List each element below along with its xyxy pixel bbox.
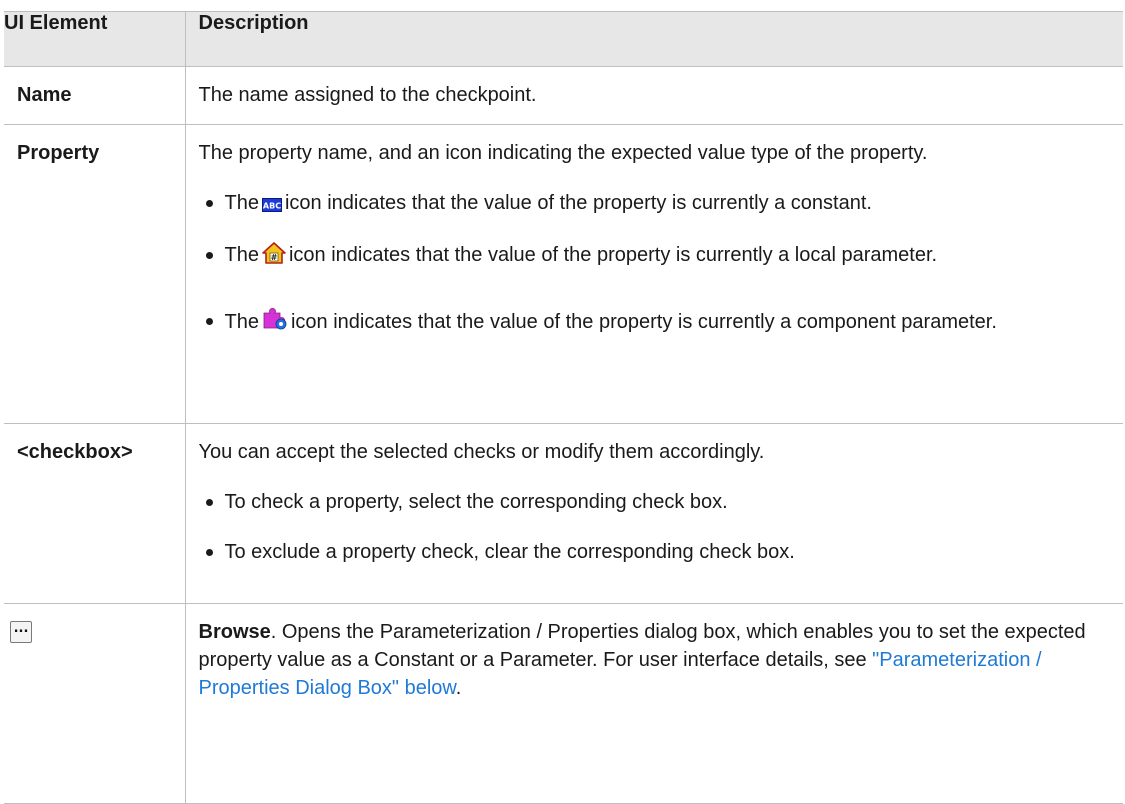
header-ui-element: UI Element xyxy=(4,11,186,67)
component-parameter-puzzle-icon xyxy=(262,307,288,339)
cell-property-element: Property xyxy=(4,124,186,424)
cell-browse-description: Browse. Opens the Parameterization / Pro… xyxy=(184,603,1123,804)
cell-checkbox-element: <checkbox> xyxy=(4,423,186,604)
browse-ellipsis-icon: ... xyxy=(10,621,32,643)
checkbox-description-text: You can accept the selected checks or mo… xyxy=(198,441,765,463)
property-icon-list: The ABC icon indicates that the value of t… xyxy=(199,189,1104,339)
bullet-pre-text: The xyxy=(224,192,259,214)
name-description-text: The name assigned to the checkpoint. xyxy=(198,84,537,106)
cell-name-element: Name xyxy=(4,66,186,125)
bullet-post-text: icon indicates that the value of the pro… xyxy=(288,244,938,266)
bullet-pre-text: The xyxy=(224,311,259,333)
bullet-pre-text: The xyxy=(224,244,259,266)
cell-browse-element: ... xyxy=(4,603,186,804)
table-row-property: Property The property name, and an icon … xyxy=(4,124,1123,424)
table-row-browse: ... Browse. Opens the Parameterization /… xyxy=(4,603,1123,804)
list-item-exclude-property: To exclude a property check, clear the c… xyxy=(199,538,1104,566)
svg-text:ABC: ABC xyxy=(263,202,281,211)
header-description: Description xyxy=(184,11,1123,67)
local-parameter-house-icon: # xyxy=(262,242,286,272)
list-item-check-property: To check a property, select the correspo… xyxy=(199,488,1104,516)
svg-text:#: # xyxy=(271,253,278,262)
browse-description-end: . xyxy=(455,677,462,699)
list-item-constant: The ABC icon indicates that the value of t… xyxy=(199,189,1104,220)
cell-name-description: The name assigned to the checkpoint. xyxy=(184,66,1123,125)
list-item-local-parameter: The # icon indicates that the value of the… xyxy=(199,241,1104,272)
list-item-component-parameter: The icon indicates that the value of the … xyxy=(199,307,1104,339)
cell-property-description: The property name, and an icon indicatin… xyxy=(184,124,1123,424)
table-row-checkbox: <checkbox> You can accept the selected c… xyxy=(4,423,1123,604)
bullet-post-text: icon indicates that the value of the pro… xyxy=(290,311,997,333)
table-header-row: UI Element Description xyxy=(4,11,1123,67)
bullet-post-text: icon indicates that the value of the pro… xyxy=(284,192,872,214)
cell-checkbox-description: You can accept the selected checks or mo… xyxy=(184,423,1123,604)
table-row-name: Name The name assigned to the checkpoint… xyxy=(4,66,1123,125)
browse-description: Browse. Opens the Parameterization / Pro… xyxy=(199,618,1104,702)
browse-bold-label: Browse xyxy=(198,621,271,643)
checkbox-bullet-list: To check a property, select the correspo… xyxy=(199,488,1104,566)
ui-element-table: UI Element Description Name The name ass… xyxy=(4,11,1123,804)
abc-constant-icon: ABC xyxy=(261,192,282,220)
property-description-text: The property name, and an icon indicatin… xyxy=(198,142,928,164)
